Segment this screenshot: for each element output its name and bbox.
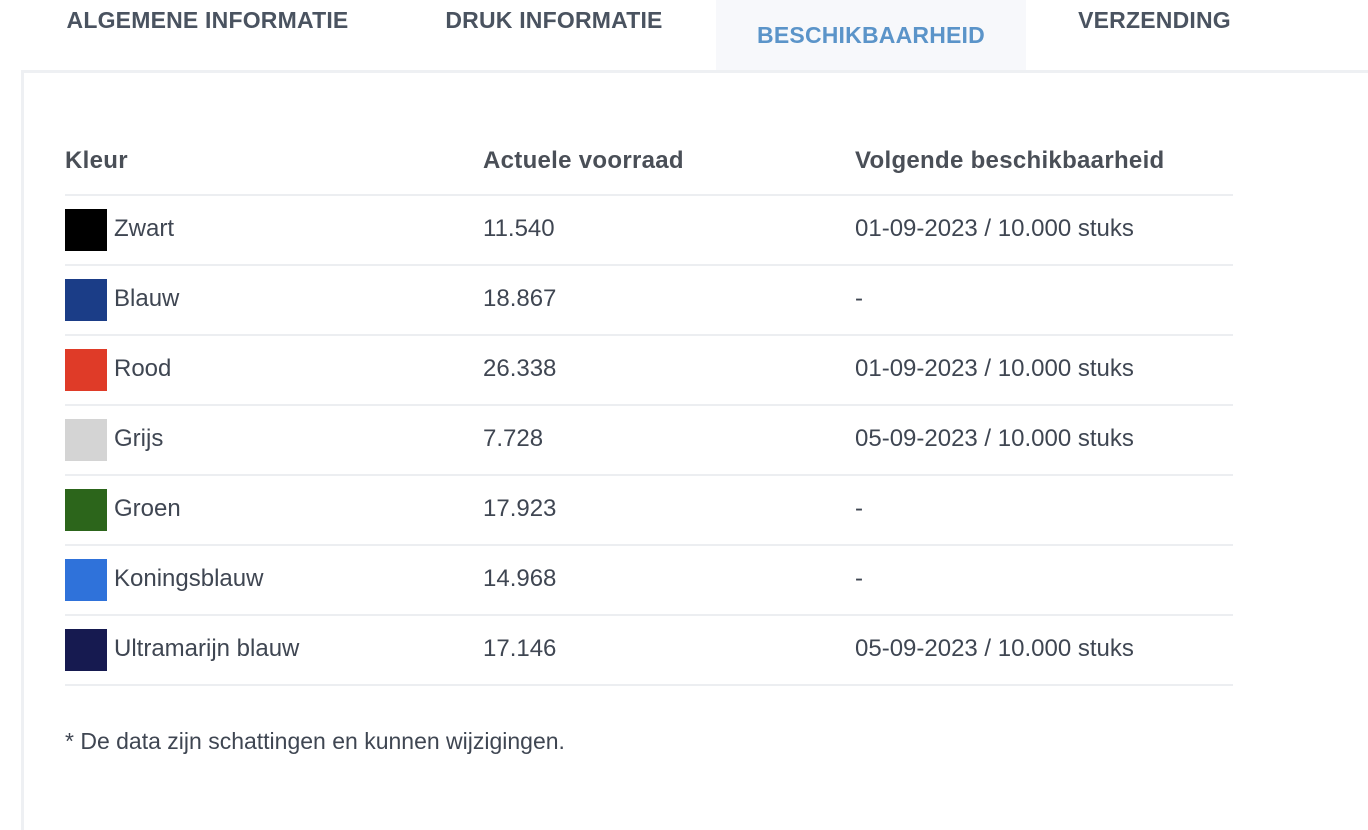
table-header: Kleur Actuele voorraad Volgende beschikb… — [65, 130, 1233, 196]
color-swatch — [65, 629, 107, 671]
tab-bar: ALGEMENE INFORMATIE DRUK INFORMATIE BESC… — [0, 0, 1368, 72]
stock-value: 11.540 — [483, 215, 555, 242]
table-row: Zwart 11.540 01-09-2023 / 10.000 stuks — [65, 196, 1233, 266]
table-row: Ultramarijn blauw 17.146 05-09-2023 / 10… — [65, 616, 1233, 686]
tab-beschikbaarheid[interactable]: BESCHIKBAARHEID — [716, 0, 1026, 70]
table-row: Koningsblauw 14.968 - — [65, 546, 1233, 616]
color-swatch — [65, 279, 107, 321]
color-swatch — [65, 349, 107, 391]
stock-value: 17.146 — [483, 635, 557, 662]
color-name: Ultramarijn blauw — [114, 635, 300, 662]
tab-algemene-informatie[interactable]: ALGEMENE INFORMATIE — [40, 0, 375, 56]
stock-value: 14.968 — [483, 565, 557, 592]
color-swatch — [65, 489, 107, 531]
header-next-availability: Volgende beschikbaarheid — [855, 147, 1165, 174]
table-row: Rood 26.338 01-09-2023 / 10.000 stuks — [65, 336, 1233, 406]
stock-value: 18.867 — [483, 285, 557, 312]
next-availability: 05-09-2023 / 10.000 stuks — [855, 635, 1134, 662]
stock-value: 26.338 — [483, 355, 557, 382]
color-swatch — [65, 209, 107, 251]
stock-value: 17.923 — [483, 495, 557, 522]
tab-druk-informatie[interactable]: DRUK INFORMATIE — [420, 0, 688, 56]
color-name: Rood — [114, 355, 172, 382]
table-row: Blauw 18.867 - — [65, 266, 1233, 336]
color-name: Grijs — [114, 425, 164, 452]
next-availability: - — [855, 565, 863, 592]
color-name: Blauw — [114, 285, 180, 312]
next-availability: 01-09-2023 / 10.000 stuks — [855, 355, 1134, 382]
footnote: * De data zijn schattingen en kunnen wij… — [65, 728, 565, 754]
header-stock: Actuele voorraad — [483, 147, 684, 174]
color-name: Koningsblauw — [114, 565, 264, 592]
color-swatch — [65, 559, 107, 601]
next-availability: 01-09-2023 / 10.000 stuks — [855, 215, 1134, 242]
color-name: Groen — [114, 495, 181, 522]
color-name: Zwart — [114, 215, 174, 242]
next-availability: - — [855, 285, 863, 312]
next-availability: - — [855, 495, 863, 522]
stock-value: 7.728 — [483, 425, 544, 452]
table-row: Grijs 7.728 05-09-2023 / 10.000 stuks — [65, 406, 1233, 476]
availability-table: Kleur Actuele voorraad Volgende beschikb… — [65, 130, 1233, 686]
next-availability: 05-09-2023 / 10.000 stuks — [855, 425, 1134, 452]
color-swatch — [65, 419, 107, 461]
header-color: Kleur — [65, 147, 128, 174]
table-row: Groen 17.923 - — [65, 476, 1233, 546]
tab-verzending[interactable]: VERZENDING — [1052, 0, 1257, 56]
